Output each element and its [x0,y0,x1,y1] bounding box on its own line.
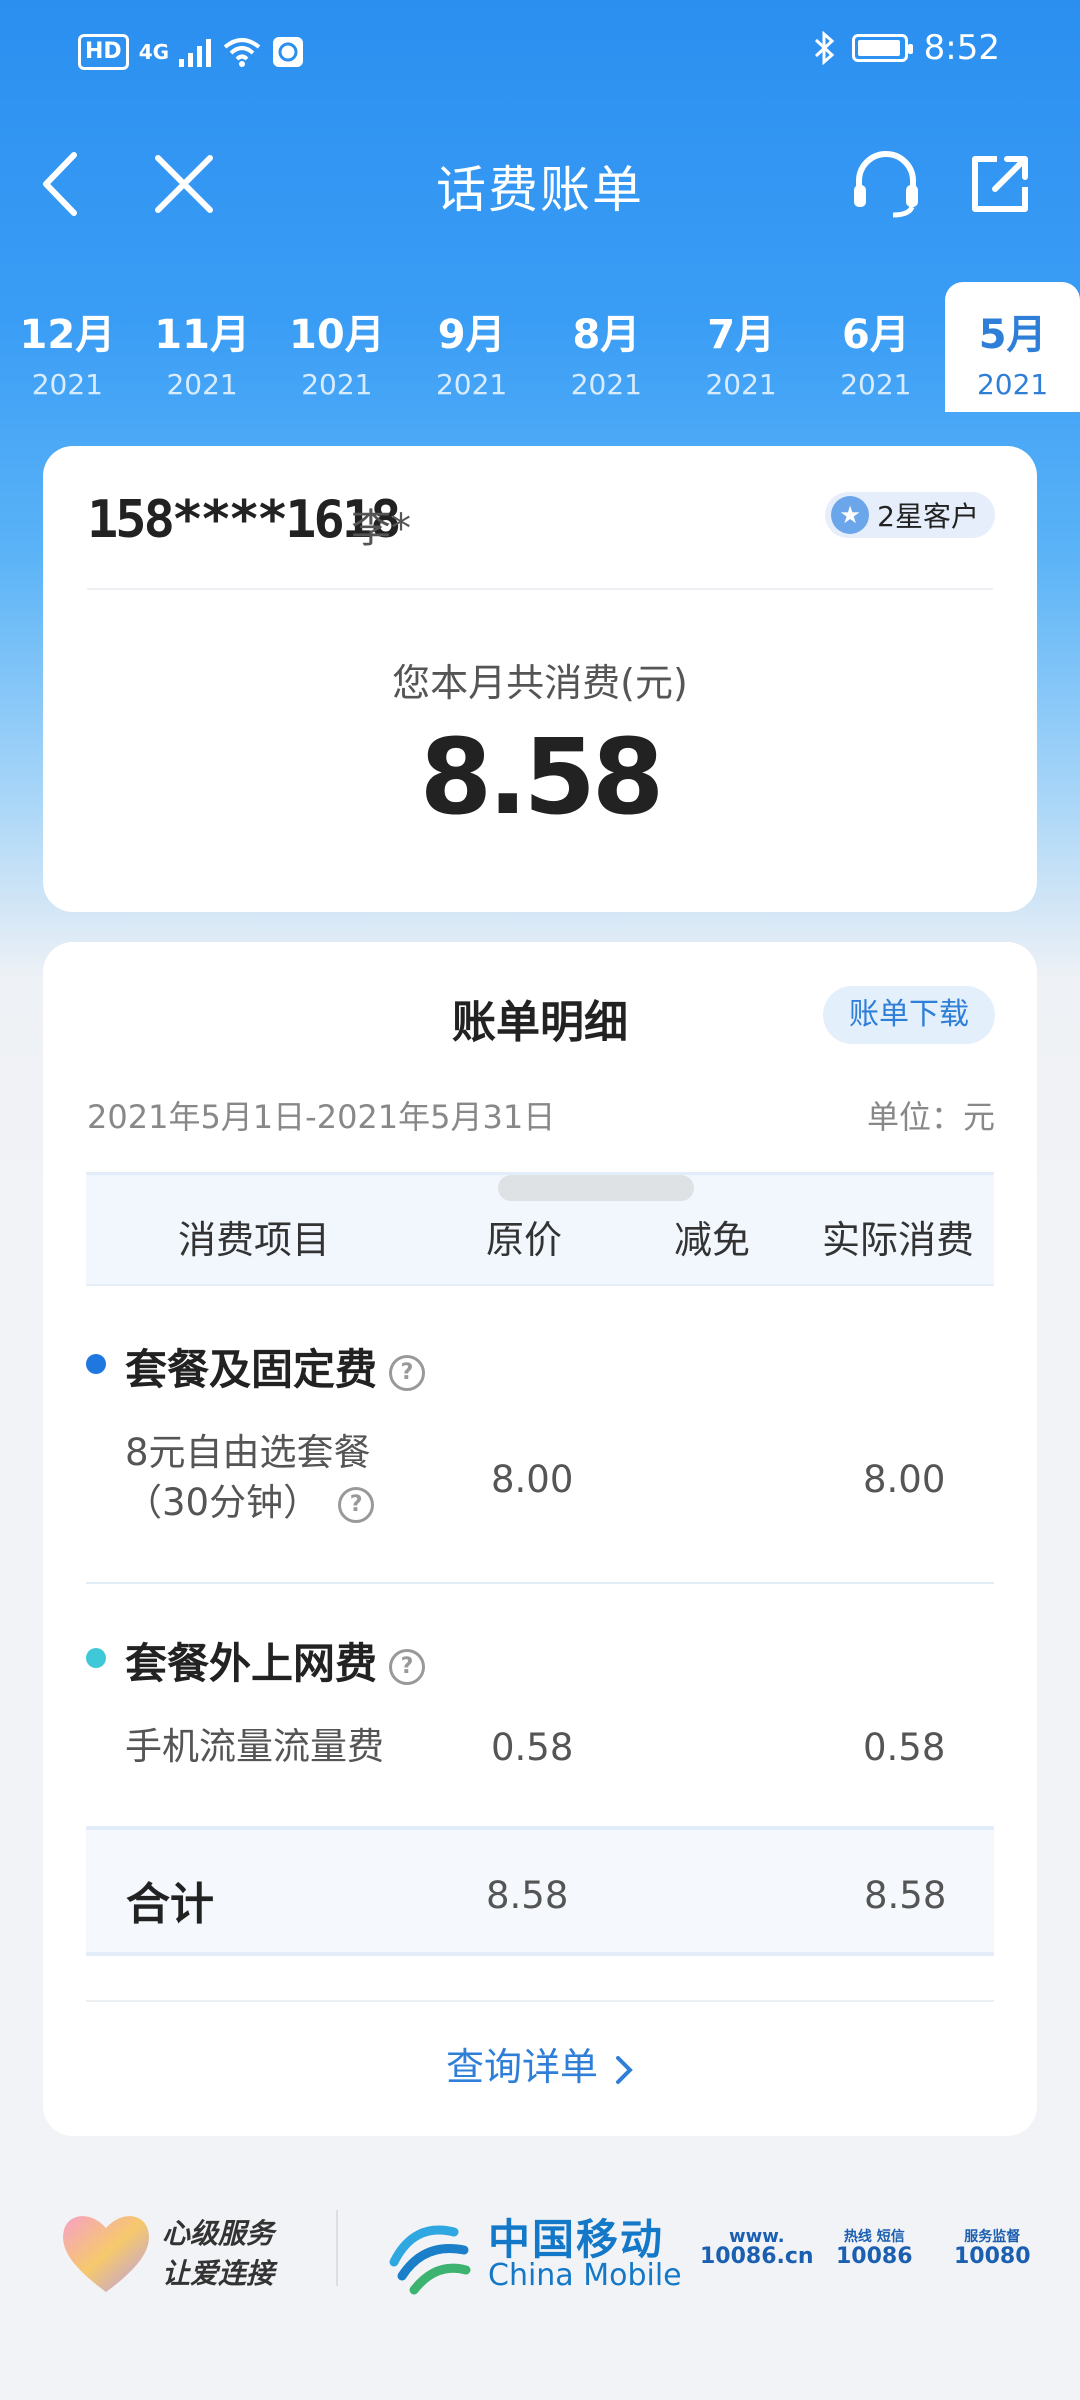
total-row: 合计 8.58 8.58 [86,1826,994,1956]
share-button[interactable] [960,144,1040,224]
total-amount: 8.58 [419,716,665,838]
download-bill-button[interactable]: 账单下载 [823,986,995,1044]
month-tab-6[interactable]: 6月 2021 [809,282,944,412]
item-actual-cost: 0.58 [863,1726,946,1769]
section-title-data: 套餐外上网费? [125,1630,426,1691]
total-row-actual: 8.58 [864,1874,947,1917]
slogan: 心级服务 让爱连接 [162,2217,275,2290]
item-name: 8元自由选套餐 （30分钟）? [125,1428,375,1528]
bill-period: 2021年5月1日-2021年5月31日 [87,1098,556,1136]
signal-icon [179,39,212,67]
month-tab-9[interactable]: 9月 2021 [404,282,539,412]
customer-level-label: 2星客户 [877,500,979,533]
watermark-overlay [498,1175,694,1201]
item-name: 手机流量流量费 [125,1725,384,1768]
china-mobile-logo [389,2225,471,2295]
divider [87,588,993,590]
total-row-original: 8.58 [486,1874,569,1917]
section-title-package: 套餐及固定费? [125,1336,426,1397]
month-tab-11[interactable]: 11月 2021 [135,282,270,412]
status-right: 8:52 [812,28,1000,68]
column-header-item: 消费项目 [178,1218,331,1262]
help-icon[interactable]: ? [389,1648,426,1685]
wifi-icon [223,38,261,67]
footer: 心级服务 让爱连接 中国移动 China Mobile www. 10086.c… [0,2200,1080,2310]
divider [336,2210,338,2286]
brand-name-en: China Mobile [488,2258,682,2293]
item-original-price: 0.58 [491,1726,574,1769]
service-website: www. 10086.cn [700,2226,814,2269]
month-tab-12[interactable]: 12月 2021 [0,282,135,412]
customer-service-button[interactable] [846,144,926,224]
user-name: 李* [351,506,411,552]
item-original-price: 8.00 [491,1458,574,1501]
help-icon[interactable]: ? [389,1354,426,1391]
query-details-link[interactable]: 查询详单 [43,2036,1037,2091]
section-dot [86,1648,106,1668]
column-header-original: 原价 [486,1218,563,1262]
month-tab-7[interactable]: 7月 2021 [674,282,809,412]
customer-level-badge[interactable]: ★ 2星客户 [825,492,995,538]
item-actual-cost: 8.00 [863,1458,946,1501]
month-tab-10[interactable]: 10月 2021 [270,282,405,412]
sim-icon [273,37,304,67]
total-label: 您本月共消费(元) [392,661,688,705]
month-tab-8[interactable]: 8月 2021 [539,282,674,412]
row-divider [86,1582,994,1584]
column-header-actual: 实际消费 [822,1218,975,1262]
status-left: HD 4G [78,34,305,70]
chevron-right-icon [616,2055,633,2084]
column-header-discount: 减免 [674,1218,751,1262]
divider [86,2000,994,2002]
section-dot [86,1354,106,1374]
status-bar: HD 4G 8:52 [0,0,1080,110]
nav-bar: 话费账单 [0,130,1080,230]
heart-logo [63,2216,149,2292]
month-tab-5[interactable]: 5月 2021 [945,282,1080,412]
total-row-label: 合计 [126,1879,214,1930]
share-icon [972,156,1028,212]
unit-label: 单位：元 [866,1098,995,1136]
bill-detail-card: 账单明细 账单下载 2021年5月1日-2021年5月31日 单位：元 消费项目… [43,942,1037,2136]
month-tabs: 12月 2021 11月 2021 10月 2021 9月 2021 8月 2021 7月… [0,282,1080,412]
service-hotline: 热线 短信 10086 [836,2229,913,2269]
bluetooth-icon [814,31,834,65]
help-icon[interactable]: ? [338,1486,375,1523]
star-icon: ★ [831,496,870,534]
battery-icon [851,34,913,62]
headset-icon [854,151,918,218]
network-type: 4G [138,40,170,64]
hd-icon: HD [78,34,129,70]
status-time: 8:52 [923,28,1000,68]
account-summary-card: 158****1618 李* ★ 2星客户 您本月共消费(元) 8.58 [43,446,1037,912]
service-supervision: 服务监督 10080 [954,2229,1031,2269]
